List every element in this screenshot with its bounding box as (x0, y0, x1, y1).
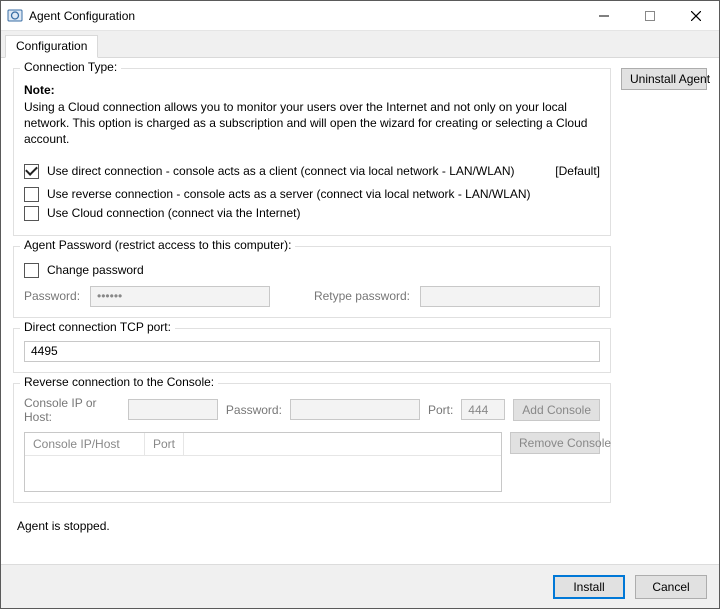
retype-password-label: Retype password: (314, 289, 410, 303)
checkbox-reverse-label: Use reverse connection - console acts as… (47, 187, 531, 201)
minimize-button[interactable] (581, 1, 627, 30)
th-console-port[interactable]: Port (145, 433, 184, 455)
agent-status: Agent is stopped. (13, 513, 611, 535)
group-reverse-connection: Reverse connection to the Console: Conso… (13, 383, 611, 503)
connection-type-legend: Connection Type: (20, 60, 121, 74)
window-title: Agent Configuration (29, 9, 581, 23)
console-ip-input (128, 399, 218, 420)
console-password-label: Password: (226, 403, 282, 417)
console-table[interactable]: Console IP/Host Port (24, 432, 502, 492)
note-heading: Note: (24, 83, 600, 97)
checkbox-row-cloud[interactable]: Use Cloud connection (connect via the In… (24, 206, 600, 221)
window-buttons (581, 1, 719, 30)
console-port-label: Port: (428, 403, 453, 417)
retype-password-input (420, 286, 600, 307)
remove-console-button: Remove Console (510, 432, 600, 454)
checkbox-change-password[interactable] (24, 263, 39, 278)
password-label: Password: (24, 289, 80, 303)
password-input (90, 286, 270, 307)
group-tcp-port: Direct connection TCP port: (13, 328, 611, 373)
checkbox-direct[interactable] (24, 164, 39, 179)
default-tag: [Default] (555, 164, 600, 178)
titlebar: Agent Configuration (1, 1, 719, 31)
checkbox-row-change-password[interactable]: Change password (24, 263, 600, 278)
note-body: Using a Cloud connection allows you to m… (24, 99, 600, 148)
cancel-button[interactable]: Cancel (635, 575, 707, 599)
add-console-button: Add Console (513, 399, 600, 421)
close-button[interactable] (673, 1, 719, 30)
checkbox-cloud[interactable] (24, 206, 39, 221)
content-area: Connection Type: Note: Using a Cloud con… (1, 58, 719, 564)
footer: Install Cancel (1, 564, 719, 608)
tcp-port-input[interactable] (24, 341, 600, 362)
console-port-input (461, 399, 505, 420)
uninstall-agent-button[interactable]: Uninstall Agent (621, 68, 707, 90)
checkbox-change-password-label: Change password (47, 263, 144, 277)
console-password-input (290, 399, 420, 420)
tabstrip: Configuration (1, 31, 719, 58)
tcp-port-legend: Direct connection TCP port: (20, 320, 175, 334)
app-window: Agent Configuration Configuration Connec… (0, 0, 720, 609)
agent-password-legend: Agent Password (restrict access to this … (20, 238, 295, 252)
app-icon (7, 8, 23, 24)
checkbox-reverse[interactable] (24, 187, 39, 202)
checkbox-row-direct[interactable]: Use direct connection - console acts as … (24, 164, 515, 179)
group-connection-type: Connection Type: Note: Using a Cloud con… (13, 68, 611, 236)
reverse-connection-legend: Reverse connection to the Console: (20, 375, 218, 389)
group-agent-password: Agent Password (restrict access to this … (13, 246, 611, 318)
install-button[interactable]: Install (553, 575, 625, 599)
console-ip-label: Console IP or Host: (24, 396, 120, 424)
maximize-button[interactable] (627, 1, 673, 30)
checkbox-cloud-label: Use Cloud connection (connect via the In… (47, 206, 300, 220)
th-console-ip[interactable]: Console IP/Host (25, 433, 145, 455)
checkbox-direct-label: Use direct connection - console acts as … (47, 164, 515, 178)
checkbox-row-reverse[interactable]: Use reverse connection - console acts as… (24, 187, 600, 202)
tab-configuration[interactable]: Configuration (5, 35, 98, 58)
